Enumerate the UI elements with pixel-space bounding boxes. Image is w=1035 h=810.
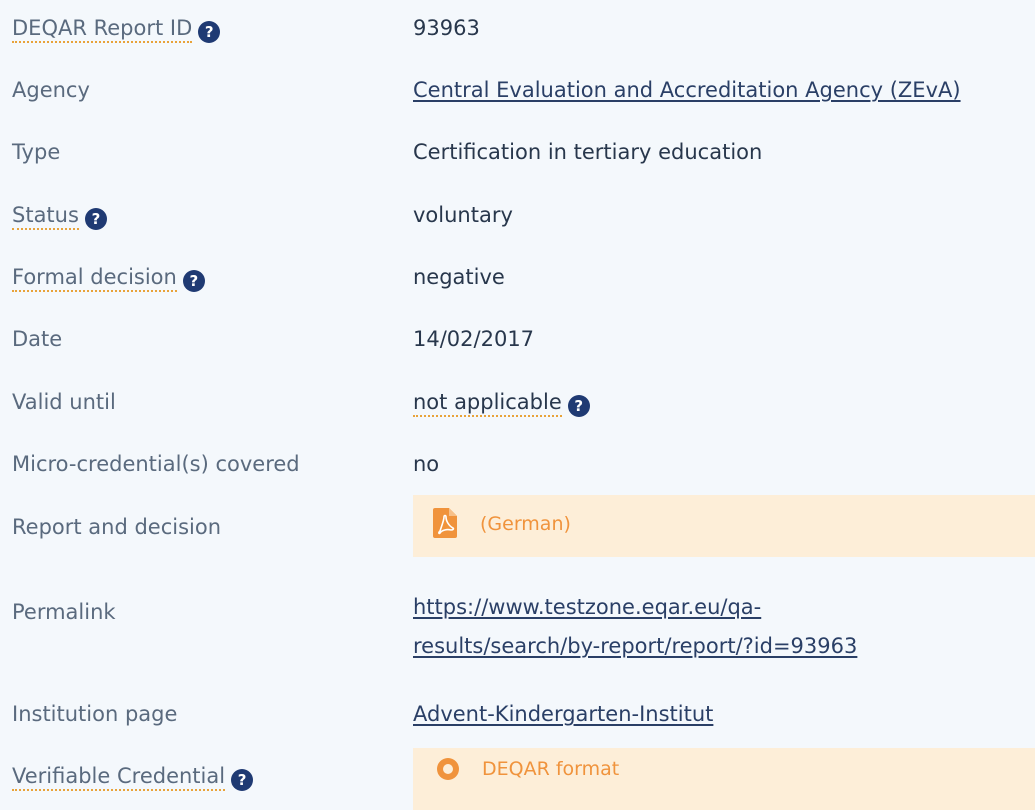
report-language-link[interactable]: (German) <box>480 512 571 536</box>
permalink-line-1: https://www.testzone.eqar.eu/qa- <box>413 595 762 619</box>
institution-link[interactable]: Advent-Kindergarten-Institut <box>413 702 713 726</box>
label-valid-until: Valid until <box>12 390 116 414</box>
label-date: Date <box>12 327 63 351</box>
certificate-icon <box>437 758 459 780</box>
credential-download-box[interactable]: DEQAR format <box>413 748 1035 810</box>
value-institution-page: Advent-Kindergarten-Institut <box>413 700 713 728</box>
agency-link[interactable]: Central Evaluation and Accreditation Age… <box>413 78 961 102</box>
label-type: Type <box>12 140 61 164</box>
value-valid-until[interactable]: not applicable? <box>413 388 590 417</box>
value-agency: Central Evaluation and Accreditation Age… <box>413 76 961 104</box>
label-text: Formal decision <box>12 265 177 292</box>
credential-format-link[interactable]: DEQAR format <box>482 758 619 780</box>
label-formal-decision[interactable]: Formal decision? <box>12 263 205 292</box>
label-status[interactable]: Status? <box>12 201 107 230</box>
report-details-table: DEQAR Report ID? 93963 Agency Central Ev… <box>0 0 1035 810</box>
value-permalink: https://www.testzone.eqar.eu/qa-results/… <box>413 588 857 666</box>
report-file-box[interactable]: (German) <box>413 495 1035 557</box>
label-report-decision: Report and decision <box>12 515 222 539</box>
label-institution-page: Institution page <box>12 702 178 726</box>
label-verifiable-credential[interactable]: Verifiable Credential? <box>12 762 254 791</box>
label-text: Verifiable Credential <box>12 764 226 791</box>
label-text: DEQAR Report ID <box>12 16 193 43</box>
pdf-file-icon <box>433 508 457 538</box>
question-circle-icon[interactable]: ? <box>567 395 590 417</box>
permalink-line-2: results/search/by-report/report/?id=9396… <box>413 634 858 658</box>
label-permalink: Permalink <box>12 600 116 624</box>
question-circle-icon[interactable]: ? <box>182 270 205 292</box>
label-text: Status <box>12 203 79 230</box>
value-date: 14/02/2017 <box>413 327 535 351</box>
question-circle-icon[interactable]: ? <box>198 21 221 43</box>
label-micro-credentials: Micro-credential(s) covered <box>12 452 300 476</box>
label-agency: Agency <box>12 78 90 102</box>
question-circle-icon[interactable]: ? <box>84 208 107 230</box>
label-report-id[interactable]: DEQAR Report ID? <box>12 14 221 43</box>
value-formal-decision: negative <box>413 265 505 289</box>
value-text: not applicable <box>413 390 562 417</box>
question-circle-icon[interactable]: ? <box>231 769 254 791</box>
permalink-link[interactable]: https://www.testzone.eqar.eu/qa-results/… <box>413 595 857 658</box>
value-status: voluntary <box>413 203 513 227</box>
value-type: Certification in tertiary education <box>413 140 763 164</box>
value-micro-credentials: no <box>413 452 440 476</box>
value-report-id: 93963 <box>413 16 480 40</box>
